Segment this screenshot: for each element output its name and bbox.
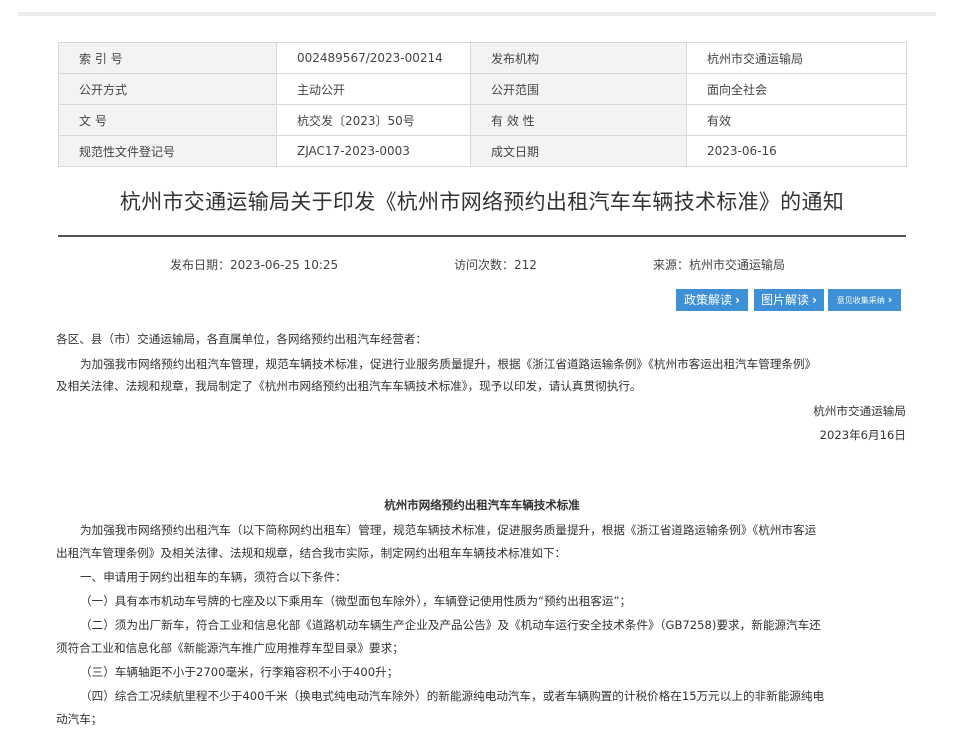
meta-key: 公开范围 [470, 73, 687, 105]
policy-interpretation-button[interactable]: 政策解读 › [676, 289, 748, 311]
chevron-right-icon: › [735, 293, 740, 307]
list-item-continuation: 须符合工业和信息化部《新能源汽车推广应用推荐车型目录》要求； [56, 641, 404, 655]
meta-value: 2023-06-16 [686, 135, 907, 167]
meta-value: 有效 [686, 104, 907, 136]
meta-key: 有 效 性 [470, 104, 687, 136]
picture-interpretation-button[interactable]: 图片解读 › [754, 289, 824, 311]
signature: 杭州市交通运输局 [813, 404, 906, 418]
chevron-right-icon: › [887, 293, 893, 306]
meta-key: 文 号 [58, 104, 277, 136]
button-label: 政策解读 [684, 293, 733, 307]
title-divider [58, 235, 906, 237]
meta-key: 公开方式 [58, 73, 277, 105]
signature-date: 2023年6月16日 [819, 428, 906, 442]
publish-date: 发布日期：2023-06-25 10:25 [170, 258, 339, 272]
list-item: （三）车辆轴距不小于2700毫米，行李箱容积不小于400升； [80, 665, 399, 679]
notice-body-line: 及相关法律、法规和规章，我局制定了《杭州市网络预约出租汽车车辆技术标准》，现予以… [56, 379, 642, 393]
table-row: 文 号 杭交发〔2023〕50号 有 效 性 有效 [58, 104, 907, 136]
meta-key: 规范性文件登记号 [58, 135, 277, 167]
meta-value: 杭交发〔2023〕50号 [276, 104, 471, 136]
meta-key: 索 引 号 [58, 42, 277, 74]
standard-heading: 杭州市网络预约出租汽车车辆技术标准 [384, 498, 580, 512]
page-title: 杭州市交通运输局关于印发《杭州市网络预约出租汽车车辆技术标准》的通知 [119, 190, 845, 214]
notice-body-line: 为加强我市网络预约出租汽车管理，规范车辆技术标准，促进行业服务质量提升，根据《浙… [80, 357, 817, 371]
button-label: 图片解读 [761, 293, 810, 307]
table-row: 索 引 号 002489567/2023-00214 发布机构 杭州市交通运输局 [58, 42, 907, 74]
feedback-button[interactable]: 意见收集采纳 › [828, 289, 901, 311]
standard-intro-line: 为加强我市网络预约出租汽车（以下简称网约出租车）管理，规范车辆技术标准，促进服务… [80, 523, 817, 537]
list-item-continuation: 动汽车； [56, 712, 103, 726]
salutation: 各区、县（市）交通运输局，各直属单位，各网络预约出租汽车经营者： [56, 332, 428, 346]
table-row: 公开方式 主动公开 公开范围 面向全社会 [58, 73, 907, 105]
meta-value: 002489567/2023-00214 [276, 42, 471, 74]
meta-key: 成文日期 [470, 135, 687, 167]
visit-count: 访问次数：212 [454, 258, 537, 272]
meta-key: 发布机构 [470, 42, 687, 74]
button-label: 意见收集采纳 [836, 296, 885, 305]
metadata-table: 索 引 号 002489567/2023-00214 发布机构 杭州市交通运输局… [58, 42, 907, 167]
section-heading: 一、申请用于网约出租车的车辆，须符合以下条件： [80, 570, 347, 584]
meta-value: 面向全社会 [686, 73, 907, 105]
list-item: （一）具有本市机动车号牌的七座及以下乘用车（微型面包车除外），车辆登记使用性质为… [80, 594, 632, 608]
chevron-right-icon: › [812, 293, 817, 307]
source: 来源：杭州市交通运输局 [653, 258, 786, 272]
meta-value: ZJAC17-2023-0003 [276, 135, 471, 167]
standard-intro-line: 出租汽车管理条例》及相关法律、法规和规章，结合我市实际，制定网约出租车车辆技术标… [56, 546, 567, 560]
table-row: 规范性文件登记号 ZJAC17-2023-0003 成文日期 2023-06-1… [58, 135, 907, 167]
meta-value: 主动公开 [276, 73, 471, 105]
list-item: （四）综合工况续航里程不少于400千米（换电式纯电动汽车除外）的新能源纯电动汽车… [80, 689, 825, 703]
list-item: （二）须为出厂新车，符合工业和信息化部《道路机动车辆生产企业及产品公告》及《机动… [80, 618, 821, 632]
meta-value: 杭州市交通运输局 [686, 42, 907, 74]
top-divider [18, 12, 936, 16]
